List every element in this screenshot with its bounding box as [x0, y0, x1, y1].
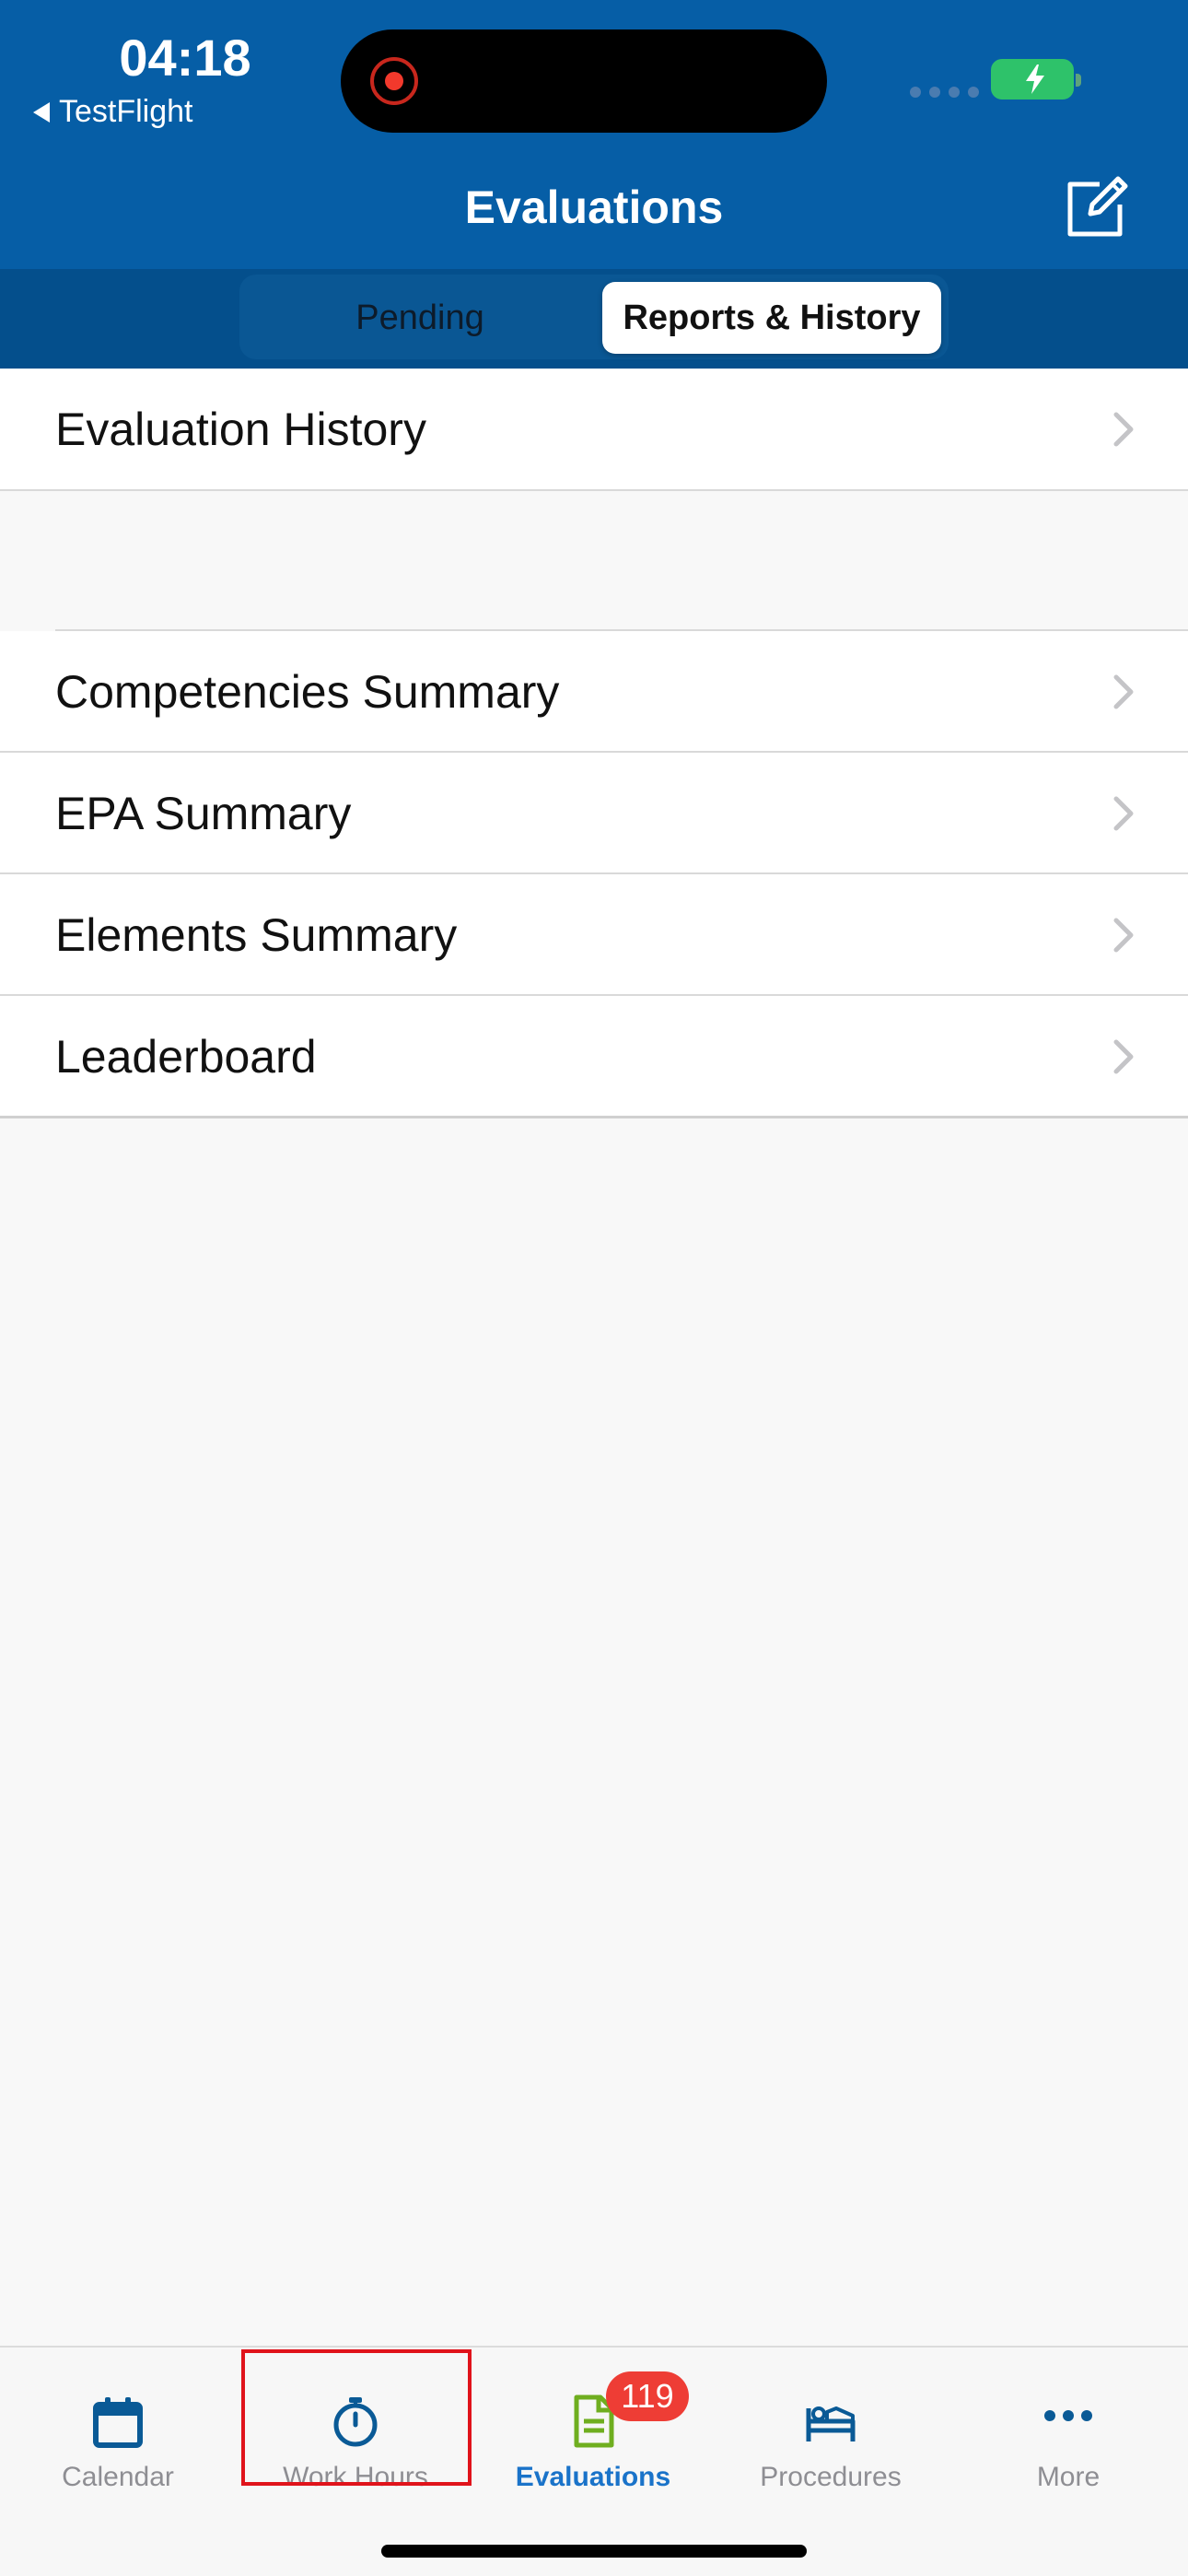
tab-bar: Calendar Work Hours 119 Evaluations Proc…: [0, 2346, 1188, 2576]
list-item-label: Elements Summary: [55, 909, 458, 961]
list-item-label: Competencies Summary: [55, 666, 560, 718]
divider: [0, 1116, 1188, 1118]
tab-label: Calendar: [62, 2462, 174, 2492]
notification-badge: 119: [606, 2371, 689, 2421]
dynamic-island: [341, 29, 827, 133]
chevron-right-icon: [1113, 918, 1134, 953]
list-item-label: Leaderboard: [55, 1031, 317, 1083]
back-triangle-icon: [33, 101, 50, 123]
calendar-icon: [93, 2397, 143, 2448]
home-indicator[interactable]: [381, 2545, 807, 2558]
chevron-right-icon: [1113, 674, 1134, 709]
list-item-competencies-summary[interactable]: Competencies Summary: [0, 631, 1188, 753]
segment-pending[interactable]: Pending: [247, 282, 593, 354]
back-to-app-link[interactable]: TestFlight: [33, 94, 193, 130]
tab-calendar[interactable]: Calendar: [17, 2368, 219, 2497]
list-item-epa-summary[interactable]: EPA Summary: [0, 753, 1188, 874]
chevron-right-icon: [1113, 796, 1134, 831]
chevron-right-icon: [1113, 412, 1134, 447]
list-item-leaderboard[interactable]: Leaderboard: [0, 996, 1188, 1118]
back-app-label: TestFlight: [59, 94, 193, 129]
hospital-bed-icon: [806, 2406, 856, 2441]
segment-bar: Pending Reports & History: [0, 269, 1188, 369]
more-dots-icon: [1044, 2410, 1092, 2421]
page-title: Evaluations: [464, 181, 724, 233]
header: 04:18 TestFlight Evaluations: [0, 0, 1188, 269]
compose-button[interactable]: [1063, 171, 1133, 241]
list-item-label: EPA Summary: [55, 788, 352, 839]
segmented-control: Pending Reports & History: [239, 275, 949, 359]
highlight-box: [241, 2349, 472, 2486]
status-time: 04:18: [119, 29, 251, 87]
tab-label: More: [1036, 2462, 1101, 2492]
cellular-signal-icon: [910, 87, 979, 98]
screen-recording-icon: [370, 57, 418, 105]
list-item-label: Evaluation History: [55, 404, 426, 455]
divider: [0, 489, 1188, 491]
segment-reports-history[interactable]: Reports & History: [602, 282, 941, 354]
tab-evaluations[interactable]: 119 Evaluations: [492, 2368, 694, 2497]
compose-icon: [1067, 176, 1128, 237]
list-item-elements-summary[interactable]: Elements Summary: [0, 874, 1188, 996]
chevron-right-icon: [1113, 1039, 1134, 1074]
battery-charging-icon: [991, 59, 1081, 100]
tab-label: Evaluations: [515, 2462, 671, 2492]
tab-procedures[interactable]: Procedures: [729, 2368, 932, 2497]
tab-label: Procedures: [760, 2462, 902, 2492]
list-item-evaluation-history[interactable]: Evaluation History: [0, 369, 1188, 490]
tab-more[interactable]: More: [967, 2368, 1170, 2497]
